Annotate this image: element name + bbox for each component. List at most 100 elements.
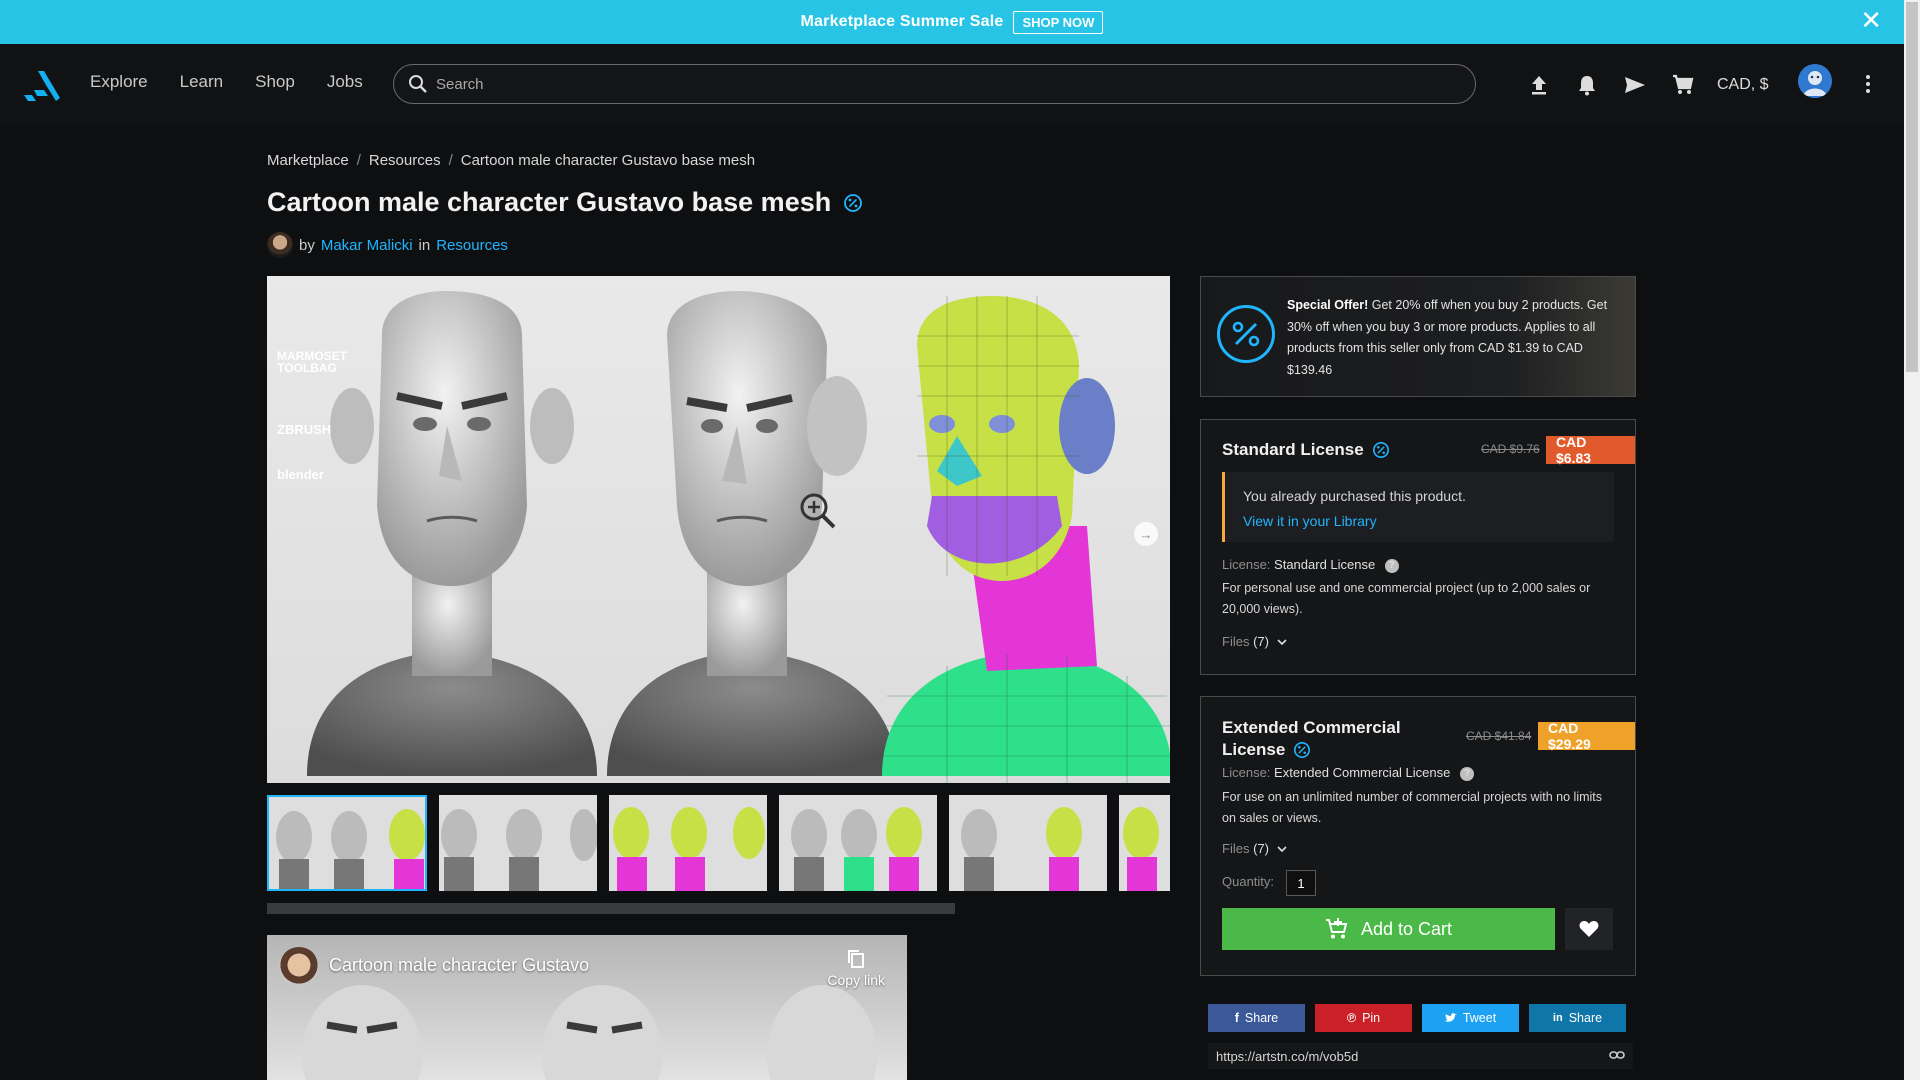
view-library-link[interactable]: View it in your Library xyxy=(1243,513,1377,529)
pinterest-pin-label: Pin xyxy=(1362,1011,1381,1025)
main-product-image[interactable]: MARMOSET TOOLBAG ZBRUSH blender → xyxy=(267,276,1170,783)
copy-icon xyxy=(848,950,865,968)
byline-in: in xyxy=(418,236,431,254)
thumbnail-2[interactable] xyxy=(439,795,597,891)
shop-now-button[interactable]: SHOP NOW xyxy=(1013,10,1104,34)
extended-license-description: For use on an unlimited number of commer… xyxy=(1222,790,1603,825)
discount-badge-icon xyxy=(844,193,863,212)
extended-license-title: Extended Commercial License xyxy=(1222,717,1401,761)
purchased-text: You already purchased this product. xyxy=(1243,488,1466,504)
linkedin-share-label: Share xyxy=(1568,1011,1603,1025)
breadcrumb-resources[interactable]: Resources xyxy=(369,152,441,169)
percent-icon xyxy=(1217,305,1275,363)
close-icon[interactable]: ✕ xyxy=(1860,6,1882,34)
facebook-icon: f xyxy=(1234,1011,1239,1025)
thumbnail-5[interactable] xyxy=(949,795,1107,891)
wishlist-button[interactable] xyxy=(1565,908,1613,950)
extended-license-title-line2-row: License xyxy=(1222,739,1401,761)
short-url[interactable]: https://artstn.co/m/vob5d xyxy=(1216,1049,1358,1064)
page-title: Cartoon male character Gustavo base mesh xyxy=(267,187,863,218)
author-avatar[interactable] xyxy=(267,232,293,258)
category-link[interactable]: Resources xyxy=(436,237,508,254)
zoom-in-icon[interactable] xyxy=(797,490,837,530)
add-to-cart-label: Add to Cart xyxy=(1360,918,1453,939)
linkedin-share-button[interactable]: in Share xyxy=(1529,1004,1626,1032)
page-scrollbar-thumb[interactable] xyxy=(1906,2,1918,372)
copy-link-label: Copy link xyxy=(827,972,885,988)
standard-price-old: CAD $9.76 xyxy=(1481,442,1540,456)
header-actions: CAD, $ xyxy=(1515,70,1797,100)
purchased-notice: You already purchased this product. View… xyxy=(1222,472,1614,542)
artstation-logo[interactable] xyxy=(22,68,62,102)
files-count: (7) xyxy=(1253,841,1269,856)
breadcrumb: Marketplace / Resources / Cartoon male c… xyxy=(267,152,755,169)
extended-files-toggle[interactable]: Files (7) xyxy=(1222,841,1287,856)
facebook-share-label: Share xyxy=(1244,1011,1279,1025)
extended-license-title-line2: License xyxy=(1222,740,1286,759)
twitter-tweet-button[interactable]: Tweet xyxy=(1422,1004,1519,1032)
send-icon[interactable] xyxy=(1611,70,1659,100)
top-header: Explore Learn Shop Jobs CAD, $ xyxy=(0,44,1904,124)
next-image-arrow-icon[interactable]: → xyxy=(1134,522,1158,546)
breadcrumb-current: Cartoon male character Gustavo base mesh xyxy=(460,152,756,169)
heart-icon xyxy=(1579,921,1599,937)
extended-price-new: CAD $29.29 xyxy=(1538,720,1635,752)
nav-shop[interactable]: Shop xyxy=(255,72,295,92)
cart-icon[interactable] xyxy=(1659,70,1707,100)
breadcrumb-marketplace[interactable]: Marketplace xyxy=(267,152,349,169)
cart-plus-icon xyxy=(1325,918,1348,939)
thumbnail-1[interactable] xyxy=(267,795,427,891)
thumbnail-6[interactable] xyxy=(1119,795,1170,891)
license-value: Standard License xyxy=(1274,557,1376,572)
offer-headline: Special Offer! xyxy=(1287,298,1369,312)
upload-icon[interactable] xyxy=(1515,70,1563,100)
nav-explore[interactable]: Explore xyxy=(90,72,148,92)
nav-jobs[interactable]: Jobs xyxy=(327,72,363,92)
search-bar[interactable] xyxy=(393,64,1476,104)
promo-banner: Marketplace Summer Sale SHOP NOW ✕ xyxy=(0,0,1904,44)
extended-license-line: License: Extended Commercial License ? xyxy=(1222,765,1474,781)
chevron-down-icon xyxy=(1277,846,1287,853)
blender-logo: blender xyxy=(277,467,324,482)
currency-selector[interactable]: CAD, $ xyxy=(1717,76,1797,94)
thumbnail-4[interactable] xyxy=(779,795,937,891)
linkedin-icon: in xyxy=(1552,1012,1563,1024)
chevron-down-icon xyxy=(1277,639,1287,646)
product-title: Cartoon male character Gustavo base mesh xyxy=(267,187,832,217)
nav-learn[interactable]: Learn xyxy=(180,72,223,92)
license-value: Extended Commercial License xyxy=(1274,765,1451,780)
marmoset-logo: MARMOSET TOOLBAG xyxy=(277,349,347,375)
byline-by: by xyxy=(299,236,315,254)
search-icon xyxy=(409,75,427,93)
copy-link-button[interactable]: Copy link xyxy=(827,949,885,988)
thumbnail-3[interactable] xyxy=(609,795,767,891)
quantity-input[interactable] xyxy=(1286,870,1316,896)
quantity-label: Quantity: xyxy=(1222,874,1275,889)
add-to-cart-button[interactable]: Add to Cart xyxy=(1222,908,1555,950)
main-nav: Explore Learn Shop Jobs xyxy=(90,72,363,92)
breadcrumb-separator: / xyxy=(356,152,361,169)
pinterest-icon: ℗ xyxy=(1346,1011,1357,1025)
video-preview[interactable]: Cartoon male character Gustavo Copy link xyxy=(267,935,907,1080)
promo-text: Marketplace Summer Sale xyxy=(800,13,1004,30)
avatar[interactable] xyxy=(1798,64,1832,98)
video-title[interactable]: Cartoon male character Gustavo xyxy=(329,955,589,976)
link-icon[interactable] xyxy=(1609,1049,1625,1061)
author-link[interactable]: Makar Malicki xyxy=(321,237,413,254)
video-channel-avatar[interactable] xyxy=(279,947,319,987)
files-label: Files xyxy=(1222,634,1250,649)
search-input[interactable] xyxy=(436,75,1436,93)
files-count: (7) xyxy=(1253,634,1269,649)
bell-icon[interactable] xyxy=(1563,70,1611,100)
pinterest-pin-button[interactable]: ℗ Pin xyxy=(1315,1004,1412,1032)
short-url-box[interactable]: https://artstn.co/m/vob5d xyxy=(1208,1043,1633,1069)
offer-text: Special Offer! Get 20% off when you buy … xyxy=(1287,295,1625,381)
help-icon[interactable]: ? xyxy=(1459,766,1474,781)
standard-files-toggle[interactable]: Files (7) xyxy=(1222,634,1287,649)
thumbnail-scrollbar[interactable] xyxy=(267,903,955,914)
help-icon[interactable]: ? xyxy=(1384,558,1399,573)
standard-license-label: Standard License xyxy=(1222,440,1364,459)
more-menu-icon[interactable] xyxy=(1858,70,1878,98)
zbrush-logo: ZBRUSH xyxy=(277,422,332,437)
facebook-share-button[interactable]: f Share xyxy=(1208,1004,1305,1032)
